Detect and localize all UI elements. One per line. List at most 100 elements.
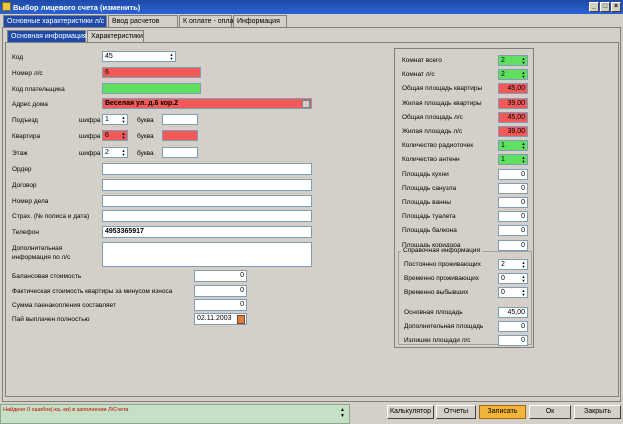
- right-row-label: Площадь ванны: [402, 199, 451, 206]
- reference-row-label: Постоянно проживающих: [404, 261, 481, 268]
- dop-info-field[interactable]: [102, 242, 312, 267]
- strah-label: Страх. (№ полиса и дата): [12, 213, 90, 220]
- calendar-icon[interactable]: [237, 315, 245, 324]
- app-icon: [2, 2, 11, 11]
- spin-icon[interactable]: ▲ ▼: [521, 71, 526, 79]
- right-row-field[interactable]: 2 ▲ ▼: [498, 69, 528, 81]
- telefon-field[interactable]: 4953365917: [102, 226, 312, 238]
- right-row-label: Общая площадь л/с: [402, 113, 463, 121]
- right-row-field[interactable]: 1 ▲ ▼: [498, 140, 528, 152]
- right-row-field[interactable]: 39,00: [498, 97, 528, 109]
- right-row-value: 39,00: [507, 128, 525, 135]
- right-row-field[interactable]: 0: [498, 197, 528, 208]
- nomer-dela-label: Номер дела: [12, 198, 49, 205]
- right-row-field[interactable]: 2 ▲ ▼: [498, 55, 528, 66]
- maximize-button[interactable]: □: [600, 2, 610, 12]
- kod-plat-field[interactable]: [102, 83, 201, 94]
- save-button[interactable]: Записать: [479, 405, 526, 419]
- right-row-label: Количество антенн: [402, 156, 460, 164]
- spin-icon[interactable]: ▲ ▼: [121, 132, 126, 140]
- reports-button[interactable]: Отчеты: [436, 405, 476, 419]
- minimize-button[interactable]: _: [589, 2, 599, 12]
- balans-field[interactable]: 0: [194, 270, 247, 282]
- right-row-label: Жилая площадь л/с: [402, 128, 463, 135]
- adres-field[interactable]: Веселая ул. д.6 кор.2: [102, 98, 312, 109]
- strah-field[interactable]: [102, 210, 312, 222]
- right-row-value: 0: [521, 241, 525, 249]
- spin-icon[interactable]: ▲ ▼: [521, 156, 526, 164]
- tab-characteristics[interactable]: Характеристики: [87, 30, 144, 42]
- close-button[interactable]: Закрыть: [574, 405, 621, 419]
- spin-icon[interactable]: ▲ ▼: [521, 275, 526, 283]
- right-row-label: Комнат всего: [402, 57, 442, 64]
- nomer-dela-field[interactable]: [102, 195, 312, 207]
- right-row-field[interactable]: 0: [498, 239, 528, 251]
- etazh-label: Этаж: [12, 150, 28, 157]
- kvartira-bukva-field[interactable]: [162, 130, 198, 141]
- reference-row-value: 0: [501, 289, 505, 296]
- right-row-field[interactable]: 0: [498, 211, 528, 223]
- fakt-field[interactable]: 0: [194, 285, 247, 297]
- right-row-value: 0: [521, 199, 525, 206]
- tab-input-calc[interactable]: Ввод расчетов: [108, 15, 178, 27]
- reference-row-field[interactable]: 45,00: [498, 307, 528, 318]
- reference-row-field[interactable]: 0: [498, 321, 528, 332]
- reference-row-label: Излишки площади л/с: [404, 337, 471, 344]
- right-row-field[interactable]: 0: [498, 225, 528, 237]
- right-row-value: 0: [521, 170, 525, 178]
- podezd-bukva-field[interactable]: [162, 114, 198, 125]
- kvartira-cifra-field[interactable]: 6 ▲ ▼: [102, 130, 128, 141]
- etazh-cifra-value: 2: [105, 149, 109, 156]
- dogovor-field[interactable]: [102, 179, 312, 191]
- tab-main-characteristics[interactable]: Основные характеристики л/с: [3, 15, 107, 27]
- spin-icon[interactable]: ▲ ▼: [521, 289, 526, 297]
- right-row-value: 0: [521, 213, 525, 221]
- status-scroll-icon[interactable]: ▲ ▼: [340, 407, 345, 419]
- spin-icon[interactable]: ▲ ▼: [121, 116, 126, 124]
- spin-icon[interactable]: ▲ ▼: [521, 142, 526, 150]
- reference-row-label: Дополнительная площадь: [404, 323, 484, 330]
- right-row-field[interactable]: 0: [498, 168, 528, 180]
- order-field[interactable]: [102, 163, 312, 175]
- kod-label: Код: [12, 54, 24, 61]
- right-row-value: 45,00: [507, 85, 525, 93]
- ok-button[interactable]: Ок: [529, 405, 571, 419]
- kod-field[interactable]: 45 ▲ ▼: [102, 51, 176, 62]
- pai-date-field[interactable]: 02.11.2003: [194, 313, 247, 325]
- right-row-field[interactable]: 45,00: [498, 111, 528, 123]
- ellipsis-icon[interactable]: [302, 100, 310, 108]
- right-row-field[interactable]: 45,00: [498, 83, 528, 95]
- reference-row-field[interactable]: 0: [498, 335, 528, 346]
- etazh-cifra-field[interactable]: 2 ▲ ▼: [102, 147, 128, 158]
- close-window-button[interactable]: ×: [611, 2, 621, 12]
- tab-payment[interactable]: К оплате - оплачено: [179, 15, 249, 27]
- spin-icon[interactable]: ▲ ▼: [521, 57, 526, 65]
- right-row-field[interactable]: 0: [498, 182, 528, 194]
- kvartira-bukva-label: буква: [137, 133, 154, 140]
- kod-plat-label: Код плательщика: [12, 86, 65, 93]
- etazh-bukva-field[interactable]: [162, 147, 198, 158]
- reference-row-value: 0: [521, 337, 525, 344]
- summa-field[interactable]: 0: [194, 299, 247, 311]
- reference-row-field[interactable]: 0 ▲ ▼: [498, 287, 528, 298]
- podezd-cifra-value: 1: [105, 116, 109, 123]
- nomer-ls-field[interactable]: 6: [102, 67, 201, 78]
- spin-icon[interactable]: ▲ ▼: [121, 149, 126, 157]
- reference-row-value: 0: [501, 275, 505, 282]
- right-row-value: 0: [521, 184, 525, 192]
- reference-row-field[interactable]: 2 ▲ ▼: [498, 259, 528, 270]
- adres-label: Адрес дома: [12, 101, 48, 108]
- pai-label: Пай выплачен полностью: [12, 316, 90, 323]
- reference-row-field[interactable]: 0 ▲ ▼: [498, 273, 528, 284]
- dop-info-label-1: Дополнительная: [12, 245, 63, 252]
- podezd-cifra-field[interactable]: 1 ▲ ▼: [102, 114, 128, 125]
- calculator-button[interactable]: Калькулятор: [387, 405, 434, 419]
- right-row-field[interactable]: 1 ▲ ▼: [498, 154, 528, 166]
- tab-basic-info[interactable]: Основная информация: [7, 30, 87, 42]
- status-bar: Найдено 0 ошибок(-ка,-ки) в заполнении Л…: [0, 404, 350, 424]
- spin-icon[interactable]: ▲ ▼: [169, 53, 174, 61]
- tab-information[interactable]: Информация: [233, 15, 287, 27]
- spin-icon[interactable]: ▲ ▼: [521, 261, 526, 269]
- balans-label: Балансовая стоимость: [12, 273, 82, 280]
- right-row-field[interactable]: 39,00: [498, 126, 528, 137]
